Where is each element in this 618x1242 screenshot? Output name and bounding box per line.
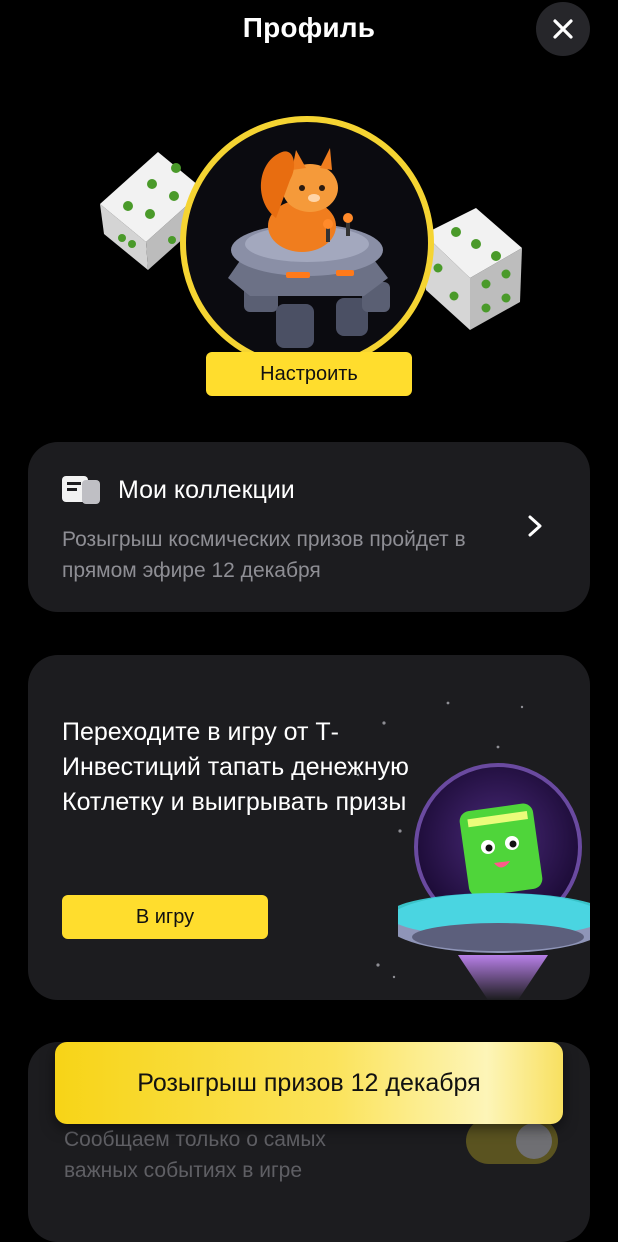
notifications-description: Сообщаем только о самых важных событиях …: [64, 1128, 326, 1182]
avatar[interactable]: [180, 116, 434, 370]
setup-avatar-button[interactable]: Настроить: [206, 352, 412, 396]
chevron-right-icon: [528, 515, 542, 537]
ufo-mascot-icon: [398, 763, 590, 1000]
top-bar: Профиль: [0, 0, 618, 56]
go-to-game-button[interactable]: В игру: [62, 895, 268, 939]
collections-title: Мои коллекции: [118, 476, 295, 504]
collections-icon: [62, 476, 100, 504]
page-title: Профиль: [242, 12, 376, 43]
squirrel-ufo-avatar-icon: [228, 148, 390, 348]
close-icon: [553, 19, 573, 39]
game-promo-card: Переходите в игру от Т-Инвестиций тапать…: [28, 655, 590, 1000]
toggle-knob: [516, 1123, 552, 1159]
prize-draw-banner[interactable]: Розыгрыш призов 12 декабря: [55, 1042, 563, 1124]
avatar-section: Настроить: [0, 100, 618, 410]
notifications-toggle[interactable]: [466, 1118, 558, 1164]
close-button[interactable]: [536, 2, 590, 56]
collections-card[interactable]: Мои коллекции Розыгрыш космических призо…: [28, 442, 590, 612]
game-promo-text: Переходите в игру от Т-Инвестиций тапать…: [62, 718, 409, 816]
collections-description: Розыгрыш космических призов пройдет в пр…: [62, 528, 466, 582]
